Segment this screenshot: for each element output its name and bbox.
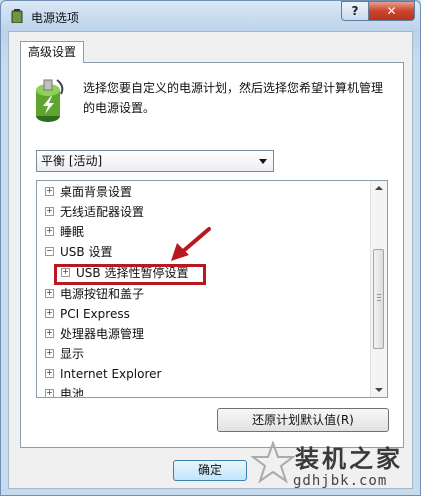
scrollbar-thumb[interactable] — [373, 249, 384, 349]
chevron-down-icon — [259, 159, 267, 164]
annotation-arrow-icon — [171, 227, 211, 261]
tree-item-label: PCI Express — [60, 307, 130, 321]
help-button[interactable]: ? — [341, 1, 369, 21]
expand-icon[interactable]: + — [45, 369, 54, 378]
vertical-scrollbar[interactable] — [370, 181, 387, 397]
grip-line — [377, 297, 381, 298]
expand-icon[interactable]: + — [45, 349, 54, 358]
tree-item[interactable]: + 处理器电源管理 — [45, 324, 144, 344]
power-plan-dropdown[interactable]: 平衡 [活动] — [36, 150, 274, 172]
scroll-up-icon[interactable] — [375, 186, 383, 190]
tree-item-label: Internet Explorer — [60, 367, 162, 381]
tree-item[interactable]: + 睡眠 — [45, 222, 84, 242]
tree-item-label: 睡眠 — [60, 225, 85, 239]
tree-item-label: 桌面背景设置 — [60, 185, 133, 199]
tree-item-label: 电源按钮和盖子 — [60, 287, 145, 301]
collapse-icon[interactable]: − — [45, 247, 54, 256]
tree-item-label: USB 设置 — [60, 245, 113, 259]
watermark-title: 装机之家 — [295, 445, 403, 473]
tree-item[interactable]: + 桌面背景设置 — [45, 182, 132, 202]
tree-item-label: 显示 — [60, 347, 85, 361]
battery-icon — [11, 9, 23, 23]
grip-line — [377, 300, 381, 301]
expand-icon[interactable]: + — [45, 289, 54, 298]
tree-item-label: 处理器电源管理 — [60, 327, 145, 341]
settings-tree[interactable]: + 桌面背景设置 + 无线适配器设置 + 睡眠 − USB 设置 + USB 选择性暂停设… — [36, 180, 388, 398]
power-options-window: 电源选项 ? ✕ 高级设置 选择您要自定义的电源计划，然后选择您希望计算机管理的… — [0, 0, 421, 496]
title-bar[interactable]: 电源选项 ? ✕ — [1, 1, 420, 31]
description-text: 选择您要自定义的电源计划，然后选择您希望计算机管理的电源设置。 — [83, 81, 384, 115]
tree-item[interactable]: − USB 设置 — [45, 242, 112, 262]
power-plan-value: 平衡 [活动] — [41, 154, 103, 168]
annotation-highlight-box — [54, 264, 206, 285]
tree-item[interactable]: + 电源按钮和盖子 — [45, 284, 144, 304]
expand-icon[interactable]: + — [45, 389, 54, 397]
restore-defaults-button[interactable]: 还原计划默认值(R) — [217, 408, 389, 432]
expand-icon[interactable]: + — [45, 207, 54, 216]
expand-icon[interactable]: + — [45, 329, 54, 338]
tree-item[interactable]: + Internet Explorer — [45, 364, 161, 384]
expand-icon[interactable]: + — [45, 309, 54, 318]
watermark: 装机之家 gdhjbk.com — [251, 439, 411, 494]
scroll-down-icon[interactable] — [375, 388, 383, 392]
ok-button[interactable]: 确定 — [173, 460, 247, 481]
watermark-url: gdhjbk.com — [293, 473, 388, 489]
expand-icon[interactable]: + — [45, 227, 54, 236]
close-button[interactable]: ✕ — [368, 1, 415, 21]
grip-line — [377, 294, 381, 295]
tree-item[interactable]: + 显示 — [45, 344, 84, 364]
tree-item-label: 无线适配器设置 — [60, 205, 145, 219]
power-plan-icon — [36, 79, 64, 122]
tree-item[interactable]: + 无线适配器设置 — [45, 202, 144, 222]
window-title: 电源选项 — [31, 11, 80, 25]
star-logo-icon — [251, 441, 295, 484]
expand-icon[interactable]: + — [45, 187, 54, 196]
tree-item[interactable]: + 电池 — [45, 384, 85, 398]
tree-item[interactable]: + PCI Express — [45, 304, 130, 324]
tree-item-label: 电池 — [60, 387, 85, 398]
tab-advanced-settings[interactable]: 高级设置 — [20, 41, 84, 63]
